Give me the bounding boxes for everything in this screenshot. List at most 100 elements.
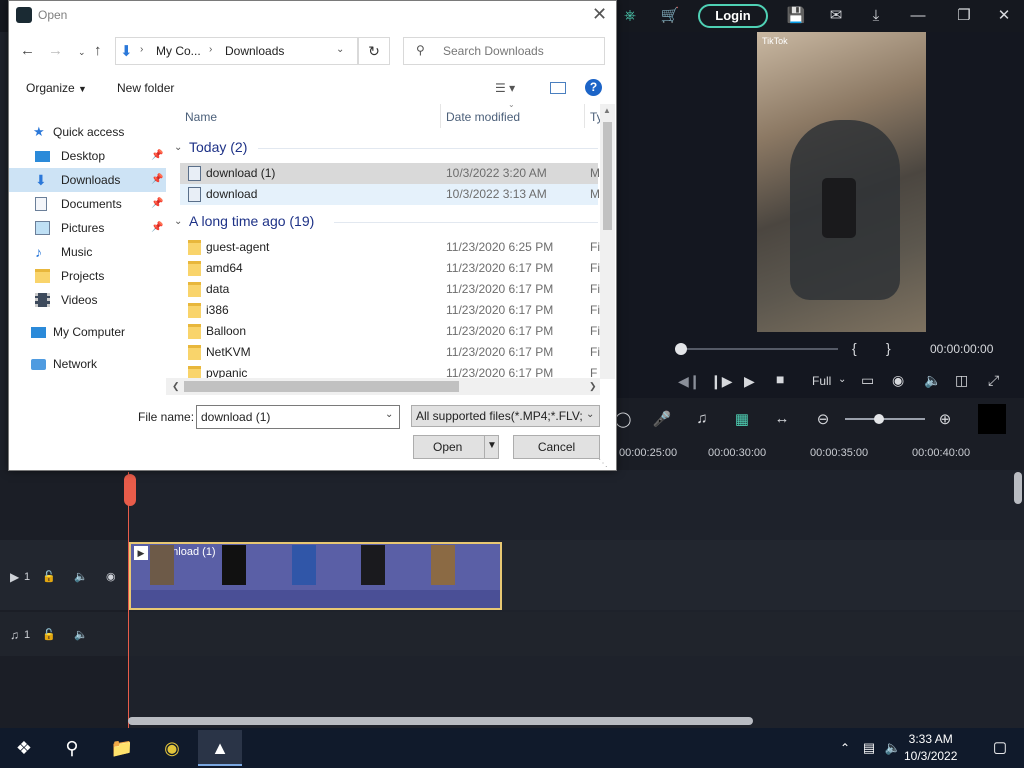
column-divider[interactable] <box>584 104 585 128</box>
address-dropdown-icon[interactable]: ⌄ <box>336 44 344 55</box>
lock-icon[interactable]: 🔓 <box>42 628 56 641</box>
mute-icon[interactable]: 🔈 <box>74 570 88 583</box>
column-divider[interactable] <box>440 104 441 128</box>
timeline-horizontal-scrollbar[interactable] <box>128 717 753 725</box>
search-placeholder[interactable]: Search Downloads <box>443 44 544 58</box>
file-row[interactable]: download (1) 10/3/2022 3:20 AM M <box>180 163 600 184</box>
vertical-scroll-thumb[interactable] <box>603 122 612 230</box>
up-icon[interactable]: ↑ <box>94 42 102 59</box>
chevron-up-icon[interactable]: ⌃ <box>834 730 856 766</box>
fit-icon[interactable]: ↔ <box>771 410 793 427</box>
play-icon[interactable]: ▶ <box>744 373 755 390</box>
change-view-icon[interactable]: ☰ ▾ <box>495 81 515 95</box>
file-row[interactable]: NetKVM 11/23/2020 6:17 PM Fi <box>180 342 600 363</box>
breadcrumb-my-computer[interactable]: My Co... <box>156 44 201 58</box>
nav-my-computer[interactable]: My Computer <box>9 320 166 344</box>
nav-network[interactable]: Network <box>9 352 166 376</box>
zoom-slider[interactable] <box>845 418 925 420</box>
lock-icon[interactable]: 🔓 <box>42 570 56 583</box>
file-row[interactable]: data 11/23/2020 6:17 PM Fi <box>180 279 600 300</box>
eye-icon[interactable]: ◉ <box>106 570 116 583</box>
restore-icon[interactable]: ❐ <box>954 6 974 26</box>
filmora-icon[interactable]: ▲ <box>198 730 242 766</box>
mute-icon[interactable]: 🔈 <box>74 628 88 641</box>
microphone-icon[interactable]: 🎤 <box>651 410 673 428</box>
preview-pane-icon[interactable] <box>550 82 566 94</box>
file-row[interactable]: pvpanic 11/23/2020 6:17 PM Fi <box>180 363 598 378</box>
nav-quick-access[interactable]: ★ Quick access <box>9 120 166 144</box>
windows-start-icon[interactable]: ❖ <box>2 730 46 766</box>
back-icon[interactable]: ← <box>20 42 35 59</box>
horizontal-scroll-thumb[interactable] <box>184 381 459 392</box>
timeline-vertical-scrollbar[interactable] <box>1014 472 1022 504</box>
forward-icon[interactable]: → <box>48 42 63 59</box>
resize-grip-icon[interactable]: ⋱ <box>598 458 608 469</box>
mark-in-icon[interactable]: { <box>852 340 857 356</box>
monitor-icon[interactable]: ▭ <box>861 372 874 389</box>
refresh-button[interactable]: ↻ <box>358 37 390 65</box>
zoom-out-icon[interactable]: ⊖ <box>812 410 834 428</box>
snapshot-icon[interactable]: ◉ <box>892 372 904 389</box>
mark-out-icon[interactable]: } <box>886 340 891 356</box>
file-row[interactable]: guest-agent 11/23/2020 6:25 PM Fi <box>180 237 600 258</box>
organize-button[interactable]: Organize ▼ <box>26 81 87 95</box>
preview-scrubber[interactable] <box>680 348 838 350</box>
playhead[interactable] <box>128 472 129 730</box>
filename-dropdown-icon[interactable]: ⌄ <box>385 409 393 420</box>
login-button[interactable]: Login <box>698 4 768 28</box>
scroll-up-icon[interactable]: ▲ <box>603 106 611 115</box>
snap-icon[interactable]: ▦ <box>731 410 753 428</box>
column-header-date[interactable]: Date modified <box>446 110 520 124</box>
audio-track[interactable] <box>0 612 1024 656</box>
volume-icon[interactable]: 🔈 <box>924 372 941 389</box>
dialog-close-button[interactable]: ✕ <box>592 4 607 25</box>
file-row[interactable]: download 10/3/2022 3:13 AM M <box>180 184 600 205</box>
mail-icon[interactable]: ✉ <box>826 6 846 26</box>
breadcrumb-separator-icon[interactable]: › <box>140 44 143 55</box>
breadcrumb-downloads[interactable]: Downloads <box>225 44 284 58</box>
group-header-today[interactable]: Today (2) <box>189 139 247 155</box>
scrubber-knob[interactable] <box>675 343 687 355</box>
cancel-button[interactable]: Cancel <box>513 435 600 459</box>
volume-tray-icon[interactable]: 🔈 <box>882 730 904 766</box>
playhead-handle[interactable] <box>124 474 136 506</box>
chrome-icon[interactable]: ◉ <box>150 730 194 766</box>
nav-pictures[interactable]: Pictures 📌 <box>9 216 166 240</box>
filetype-select[interactable]: All supported files(*.MP4;*.FLV; <box>411 405 600 427</box>
open-button-label[interactable]: Open <box>433 440 462 454</box>
next-frame-icon[interactable]: ❙▶ <box>710 373 733 390</box>
filetype-dropdown-icon[interactable]: ⌄ <box>586 409 594 420</box>
breadcrumb-separator-icon[interactable]: › <box>209 44 212 55</box>
minimize-icon[interactable]: — <box>908 6 928 26</box>
file-row[interactable]: i386 11/23/2020 6:17 PM Fi <box>180 300 600 321</box>
scroll-left-icon[interactable]: ❮ <box>172 381 180 392</box>
open-dropdown-icon[interactable]: ▼ <box>487 440 497 451</box>
music-list-icon[interactable]: ♫ <box>691 410 713 427</box>
stop-icon[interactable]: ■ <box>776 371 784 387</box>
chevron-down-icon[interactable]: ⌄ <box>838 374 846 385</box>
save-icon[interactable]: 💾 <box>786 6 806 26</box>
nav-downloads[interactable]: ⬇ Downloads 📌 <box>9 168 166 192</box>
fullscreen-icon[interactable]: ⤢ <box>988 372 999 389</box>
recent-locations-icon[interactable]: ⌄ <box>78 47 86 58</box>
nav-music[interactable]: ♪ Music <box>9 240 166 264</box>
notifications-icon[interactable]: ▢ <box>978 730 1022 766</box>
zoom-in-icon[interactable]: ⊕ <box>934 410 956 428</box>
column-header-name[interactable]: Name <box>185 110 217 124</box>
file-explorer-icon[interactable]: 📁 <box>100 730 144 766</box>
zoom-slider-knob[interactable] <box>874 414 884 424</box>
group-collapse-icon[interactable]: ⌄ <box>174 216 182 227</box>
nav-projects[interactable]: Projects <box>9 264 166 288</box>
nav-documents[interactable]: Documents 📌 <box>9 192 166 216</box>
search-icon[interactable]: ⚲ <box>50 730 94 766</box>
nav-videos[interactable]: Videos <box>9 288 166 312</box>
quality-select[interactable]: Full <box>812 374 831 388</box>
new-folder-button[interactable]: New folder <box>117 81 174 95</box>
nav-desktop[interactable]: Desktop 📌 <box>9 144 166 168</box>
filename-input[interactable]: download (1) <box>196 405 400 429</box>
file-row[interactable]: amd64 11/23/2020 6:17 PM Fi <box>180 258 600 279</box>
help-icon[interactable]: ? <box>585 79 602 96</box>
close-icon[interactable]: ✕ <box>994 6 1014 26</box>
headset-icon[interactable]: ⎈ <box>620 6 640 26</box>
scroll-right-icon[interactable]: ❯ <box>589 381 597 392</box>
